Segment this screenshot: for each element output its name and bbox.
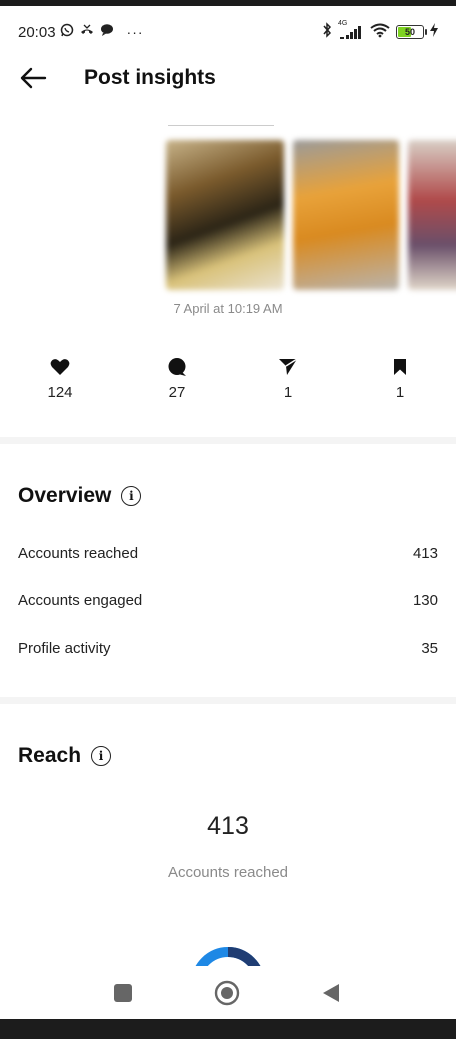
- recent-apps-button[interactable]: [110, 980, 136, 1006]
- charging-icon: [430, 22, 438, 42]
- chat-bubble-icon: [100, 23, 114, 42]
- metric-value: 35: [421, 640, 438, 657]
- home-icon: [214, 980, 240, 1006]
- saves-count: 1: [395, 384, 405, 401]
- info-icon[interactable]: i: [121, 486, 142, 506]
- post-thumbnail[interactable]: [408, 140, 456, 290]
- share-icon: [277, 356, 299, 378]
- thumb-divider: [168, 125, 274, 126]
- stat-saves: 1: [370, 356, 430, 401]
- metric-row-profile-activity[interactable]: Profile activity 35: [18, 640, 438, 657]
- likes-count: 124: [47, 384, 73, 401]
- section-divider: [0, 437, 456, 444]
- metric-row-accounts-engaged[interactable]: Accounts engaged 130: [18, 592, 438, 609]
- overview-title: Overview: [18, 484, 112, 507]
- back-nav-button[interactable]: [318, 980, 344, 1006]
- home-button[interactable]: [214, 980, 240, 1006]
- system-nav-bar: [0, 966, 456, 1019]
- metric-label: Accounts engaged: [18, 592, 143, 609]
- status-right-icons: 4G 50: [322, 20, 438, 43]
- battery-level: 50: [404, 27, 415, 37]
- post-stats: 124 27 1 1: [0, 356, 456, 406]
- page-title: Post insights: [84, 66, 216, 89]
- bluetooth-icon: [322, 21, 332, 43]
- battery-icon: 50: [396, 25, 427, 39]
- stat-shares: 1: [258, 356, 318, 401]
- status-left-icons: ···: [60, 23, 144, 42]
- heart-icon: [49, 356, 71, 378]
- wifi-icon: [370, 22, 390, 43]
- network-type-label: 4G: [338, 20, 348, 27]
- back-button[interactable]: [18, 63, 48, 93]
- metric-value: 413: [412, 545, 438, 562]
- overview-title-row: Overview i: [18, 484, 142, 508]
- info-icon[interactable]: i: [91, 746, 112, 766]
- metric-label: Accounts reached: [18, 545, 139, 562]
- signal-icon: 4G: [338, 20, 364, 40]
- bookmark-icon: [389, 356, 411, 378]
- reach-title-row: Reach i: [18, 744, 112, 768]
- bottom-edge: [0, 1019, 456, 1039]
- comments-count: 27: [168, 384, 186, 401]
- comment-icon: [166, 356, 188, 378]
- stat-likes: 124: [30, 356, 90, 401]
- reach-donut-chart: [190, 946, 266, 968]
- section-divider: [0, 697, 456, 704]
- more-dots-icon: ···: [126, 24, 144, 40]
- stat-comments: 27: [147, 356, 207, 401]
- arrow-left-icon: [20, 67, 47, 89]
- whatsapp-icon: [60, 23, 74, 42]
- metric-value: 130: [412, 592, 438, 609]
- reach-number: 413: [207, 812, 249, 840]
- status-time: 20:03: [18, 23, 56, 41]
- metric-row-accounts-reached[interactable]: Accounts reached 413: [18, 545, 438, 562]
- post-thumbnail[interactable]: [166, 140, 284, 290]
- reach-title: Reach: [18, 744, 82, 767]
- post-date: 7 April at 10:19 AM: [173, 301, 283, 316]
- back-triangle-icon: [323, 984, 339, 1002]
- top-edge: [0, 0, 456, 6]
- metric-label: Profile activity: [18, 640, 111, 657]
- header: Post insights: [0, 54, 456, 102]
- shares-count: 1: [283, 384, 293, 401]
- missed-call-icon: [79, 23, 95, 42]
- reach-label: Accounts reached: [167, 864, 289, 881]
- status-bar: 20:03 ··· 4G 50: [0, 10, 456, 54]
- recent-apps-icon: [114, 984, 132, 1002]
- post-thumbnail[interactable]: [293, 140, 399, 290]
